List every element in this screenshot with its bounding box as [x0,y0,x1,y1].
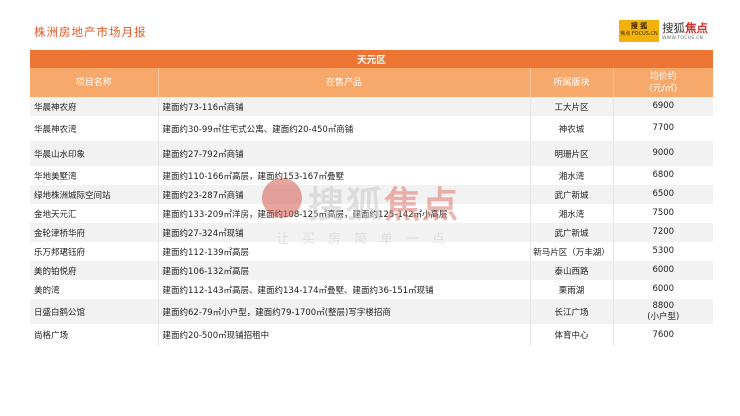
product-description: 建面约27-324㎡现铺 [157,223,530,242]
project-name: 尚格广场 [30,324,158,346]
district-area: 明珊片区 [529,141,613,166]
table-row: 华晨山水印象 建面约27-792㎡商铺 明珊片区 9000 [30,141,714,166]
average-price: 9000 [612,141,714,166]
district-name: 天元区 [30,50,714,68]
district-title-row: 天元区 [30,50,714,68]
product-description: 建面约112-139㎡高层 [157,242,530,261]
logo-sub-text: 焦点 FOCUS.CN [620,31,658,37]
col-header-area: 所属版块 [529,68,613,97]
average-price: 6000 [612,261,714,280]
price-value: 9000 [652,148,675,158]
average-price: 7600 [612,324,714,346]
sohu-focus-wordmark: 搜狐焦点 WWW.FOCUS.CN [662,20,708,41]
price-value: 6500 [652,189,675,199]
col-header-name: 项目名称 [30,68,158,97]
district-area: 神农城 [529,116,613,141]
price-value: 6900 [652,101,675,111]
district-area: 武广新城 [529,223,613,242]
price-value: 6800 [652,170,675,180]
district-area: 湘水湾 [529,204,613,223]
price-value: 6000 [652,284,675,294]
table-row: 美的铂悦府 建面约106-132㎡高层 泰山西路 6000 [30,261,714,280]
average-price: 6500 [612,185,714,204]
project-name: 美的湾 [30,280,158,299]
product-description: 建面约30-99㎡住宅式公寓、建面约20-450㎡商铺 [157,116,530,141]
wordmark-url: WWW.FOCUS.CN [662,36,704,41]
product-description: 建面约112-143㎡高层、建面约134-174㎡叠墅、建面约36-151㎡现铺 [157,280,530,299]
district-area: 长江广场 [529,299,613,324]
table-row: 金轮津桥华府 建面约27-324㎡现铺 武广新城 7200 [30,223,714,242]
page-title: 株洲房地产市场月报 [34,25,147,39]
project-name: 金轮津桥华府 [30,223,158,242]
project-name: 绿地株洲城际空间站 [30,185,158,204]
product-description: 建面约23-287㎡商铺 [157,185,530,204]
district-area: 工大片区 [529,97,613,116]
average-price: 7500 [612,204,714,223]
table-body: 华晨神农府 建面约73-116㎡商铺 工大片区 6900 华晨神农湾 建面约30-99㎡住… [30,97,714,346]
project-price-table: 天元区 项目名称 在售产品 所属版块 均价约 (元/㎡) 华晨神农府 建面约73-… [30,50,714,346]
district-area: 湘水湾 [529,166,613,185]
price-value: 7200 [652,227,675,237]
table-row: 日盛白鹤公馆 建面约62-79㎡小户型，建面约79-1700㎡(整层)写字楼招商长… [30,299,714,324]
price-value: 6000 [652,265,675,275]
price-note: (小户型) [647,311,680,322]
product-description: 建面约27-792㎡商铺 [157,141,530,166]
project-name: 日盛白鹤公馆 [30,299,158,324]
price-value: 7600 [652,329,675,340]
project-name: 华地美墅湾 [30,166,158,185]
table-row: 美的湾 建面约112-143㎡高层、建面约134-174㎡叠墅、建面约36-151… [30,280,714,299]
table-row: 华晨神农府 建面约73-116㎡商铺 工大片区 6900 [30,97,714,116]
col-header-product: 在售产品 [157,68,530,97]
average-price: 6900 [612,97,714,116]
table-row: 尚格广场 建面约20-500㎡现铺招租中 体育中心 7600 [30,324,714,346]
project-name: 乐万邦珺钰府 [30,242,158,261]
district-area: 体育中心 [529,324,613,346]
average-price: 6800 [612,166,714,185]
average-price: 7700 [612,116,714,141]
district-area: 泰山西路 [529,261,613,280]
price-value: 7500 [652,208,675,218]
product-description: 建面约133-209㎡洋房，建面约108-125㎡高层，建面约125-142㎡小… [157,204,530,223]
district-area: 新马片区（万丰湖） [529,242,613,261]
logo-main-text: 搜 狐 [630,22,648,30]
table-row: 乐万邦珺钰府 建面约112-139㎡高层 新马片区（万丰湖） 5300 [30,242,714,261]
price-value: 8800 [652,300,675,311]
col-header-price-unit: (元/㎡) [649,83,678,94]
table-row: 金地天元汇 建面约133-209㎡洋房，建面约108-125㎡高层，建面约125-… [30,204,714,223]
product-description: 建面约106-132㎡高层 [157,261,530,280]
project-name: 美的铂悦府 [30,261,158,280]
average-price: 7200 [612,223,714,242]
district-area: 栗雨湖 [529,280,613,299]
average-price: 6000 [612,280,714,299]
product-description: 建面约62-79㎡小户型，建面约79-1700㎡(整层)写字楼招商 [157,299,530,324]
product-description: 建面约20-500㎡现铺招租中 [157,324,530,346]
col-header-price-line1: 均价约 [649,71,677,82]
table-row: 华晨神农湾 建面约30-99㎡住宅式公寓、建面约20-450㎡商铺 神农城 7700 [30,116,714,141]
price-value: 7700 [652,123,675,133]
table-row: 华地美墅湾 建面约110-166㎡高层，建面约153-167㎡叠墅 湘水湾 6800 [30,166,714,185]
average-price: 8800 (小户型) [612,299,714,324]
table-row: 绿地株洲城际空间站 建面约23-287㎡商铺 武广新城 6500 [30,185,714,204]
product-description: 建面约73-116㎡商铺 [157,97,530,116]
price-value: 5300 [652,246,675,256]
sohu-focus-logo: 搜 狐 焦点 FOCUS.CN [619,20,659,42]
project-name: 华晨山水印象 [30,141,158,166]
col-header-price: 均价约 (元/㎡) [612,68,714,97]
project-name: 华晨神农府 [30,97,158,116]
project-name: 华晨神农湾 [30,116,158,141]
project-name: 金地天元汇 [30,204,158,223]
district-area: 武广新城 [529,185,613,204]
wordmark-highlight: 焦点 [685,21,708,35]
average-price: 5300 [612,242,714,261]
table-header-row: 项目名称 在售产品 所属版块 均价约 (元/㎡) [30,68,714,97]
product-description: 建面约110-166㎡高层，建面约153-167㎡叠墅 [157,166,530,185]
wordmark-prefix: 搜狐 [662,21,685,35]
